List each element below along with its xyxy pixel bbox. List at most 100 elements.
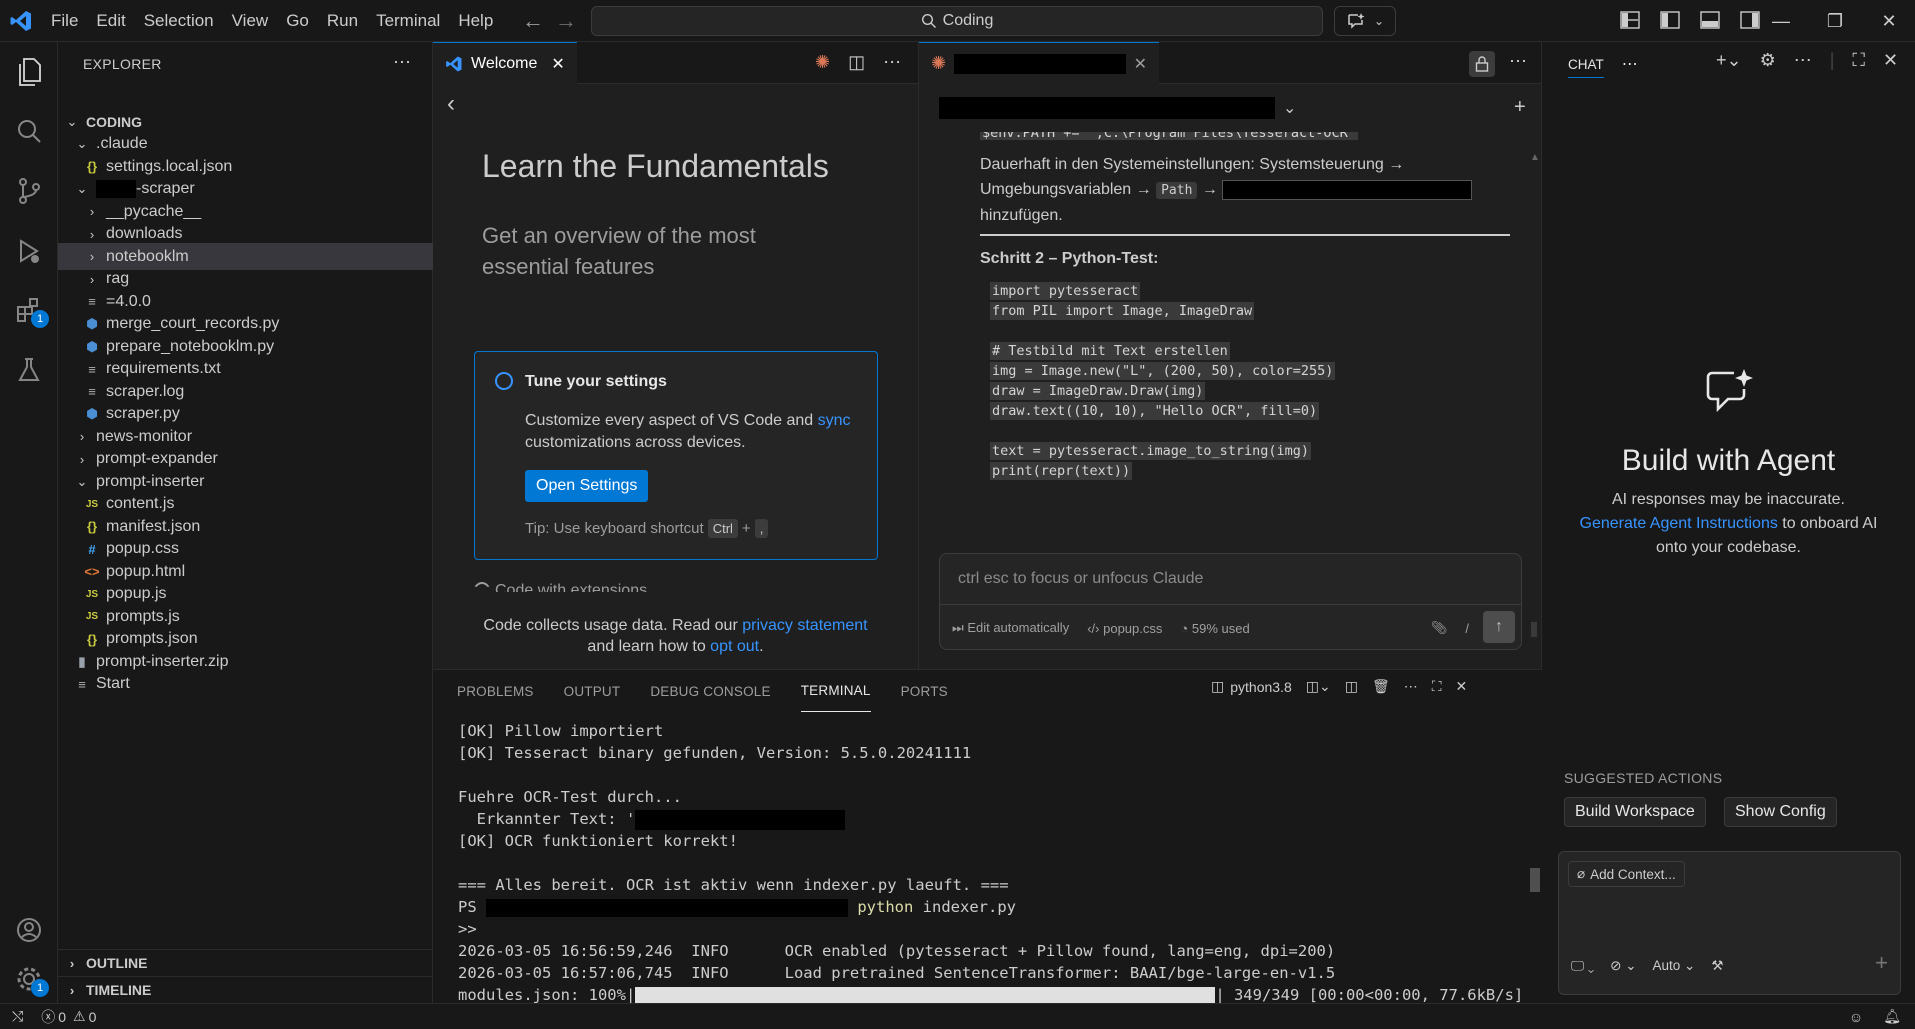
add-context-button[interactable]: ⌀ Add Context... — [1568, 861, 1685, 887]
sync-link[interactable]: sync — [818, 412, 851, 429]
maximize-panel-icon[interactable]: ⛶ — [1432, 678, 1442, 695]
tree-file[interactable]: ≡ Start — [58, 671, 433, 698]
footer-text: Code collects usage data. Read our — [483, 617, 743, 634]
more-actions-icon[interactable]: ⋯ — [1794, 50, 1812, 71]
more-actions-icon[interactable]: ⋯ — [1404, 678, 1418, 695]
menu-selection[interactable]: Selection — [135, 11, 223, 31]
more-actions-icon[interactable]: ⋯ — [393, 52, 411, 73]
chat-title[interactable]: CHAT — [1568, 57, 1604, 78]
more-actions-icon[interactable]: ⋯ — [883, 52, 901, 73]
edit-mode-toggle[interactable]: ⏭ Edit automatically — [952, 620, 1069, 636]
tab-welcome-label: Welcome — [471, 54, 538, 72]
testing-icon[interactable] — [11, 352, 47, 388]
attach-paperclip-icon[interactable]: 📎︎ — [1431, 620, 1448, 636]
tab-output[interactable]: OUTPUT — [564, 670, 621, 712]
close-icon[interactable]: ✕ — [1883, 50, 1898, 71]
account-icon[interactable] — [11, 912, 47, 948]
close-tab-icon[interactable]: ✕ — [1134, 54, 1147, 74]
terminal-output[interactable]: [OK] Pillow importiert [OK] Tesseract bin… — [458, 720, 1528, 1006]
back-arrow-icon[interactable]: ← — [522, 8, 544, 34]
agent-mode-selector[interactable]: 🖵︎ ⌄ — [1571, 958, 1594, 974]
menu-go[interactable]: Go — [277, 11, 318, 31]
remote-icon[interactable]: ⤭ — [12, 1008, 23, 1025]
claude-sparkle-icon[interactable]: ✺ — [815, 52, 830, 73]
close-tab-icon[interactable]: ✕ — [551, 54, 564, 74]
opt-out-link[interactable]: opt out — [710, 638, 759, 655]
show-config-button[interactable]: Show Config — [1724, 797, 1837, 827]
scrollbar[interactable]: ▲ — [1530, 152, 1540, 637]
trash-icon[interactable]: 🗑︎ — [1372, 678, 1390, 695]
menu-terminal[interactable]: Terminal — [367, 11, 449, 31]
forward-arrow-icon[interactable]: → — [555, 8, 577, 34]
new-session-plus-icon[interactable]: + — [1514, 96, 1526, 119]
restore-icon[interactable]: ❐ — [1805, 0, 1865, 42]
inline-code-path: Path — [1156, 182, 1198, 199]
split-icon[interactable]: ◫ — [1345, 678, 1358, 695]
manage-gear-icon[interactable]: 1 — [11, 961, 49, 997]
new-chat-plus-icon[interactable]: +⌄ — [1716, 50, 1742, 71]
next-step-radio-icon[interactable] — [474, 582, 490, 587]
open-settings-button[interactable]: Open Settings — [525, 470, 649, 502]
close-window-icon[interactable]: ✕ — [1859, 0, 1915, 42]
back-chevron-icon[interactable]: ‹ — [447, 90, 455, 118]
menu-help[interactable]: Help — [449, 11, 502, 31]
timeline-section[interactable]: › TIMELINE — [58, 976, 433, 1003]
chat-input-box[interactable]: ⌀ Add Context... 🖵︎ ⌄ ⊘ ⌄ Auto ⌄ ⚒︎ + — [1558, 851, 1901, 995]
menu-file[interactable]: File — [42, 11, 87, 31]
toggle-panel-icon[interactable] — [1698, 8, 1722, 32]
tab-welcome[interactable]: Welcome ✕ — [433, 42, 577, 84]
lock-icon[interactable] — [1469, 51, 1495, 77]
tab-claude-session[interactable]: ✺ ✕ — [919, 42, 1159, 84]
send-arrow-icon[interactable]: ↑ — [1483, 611, 1515, 643]
close-panel-icon[interactable]: ✕ — [1456, 678, 1468, 695]
slash-command-icon[interactable]: / — [1465, 621, 1469, 636]
tab-debug-console[interactable]: DEBUG CONSOLE — [650, 670, 770, 712]
terminal-shell-selector[interactable]: ◫ python3.8 — [1211, 678, 1292, 695]
walkthrough-step-card[interactable]: Tune your settings Customize every aspec… — [474, 351, 878, 560]
split-terminal-icon[interactable]: ◫⌄ — [1306, 678, 1331, 695]
copilot-button[interactable]: ⌄ — [1334, 6, 1396, 36]
split-editor-icon[interactable]: ◫ — [848, 52, 865, 73]
more-actions-icon[interactable]: ⋯ — [1509, 51, 1527, 72]
copilot-status-icon[interactable]: ☺︎ — [1849, 1009, 1863, 1025]
command-center-search[interactable]: Coding — [591, 6, 1323, 36]
context-file-chip[interactable]: ‹/› popup.css — [1087, 621, 1162, 636]
extensions-icon[interactable]: 1 — [11, 292, 49, 328]
code-line: print(repr(text)) — [990, 462, 1133, 480]
generate-instructions-link[interactable]: Generate Agent Instructions — [1580, 515, 1778, 532]
search-icon[interactable] — [11, 113, 47, 149]
customize-layout-icon[interactable] — [1618, 8, 1642, 32]
menu-run[interactable]: Run — [318, 11, 367, 31]
claude-prompt-input[interactable]: ctrl esc to focus or unfocus Claude ⏭ Ed… — [939, 553, 1522, 650]
menu-edit[interactable]: Edit — [87, 11, 134, 31]
model-selector[interactable]: Auto ⌄ — [1653, 958, 1696, 974]
gear-icon[interactable]: ⚙︎ — [1760, 50, 1776, 71]
build-workspace-button[interactable]: Build Workspace — [1564, 797, 1706, 827]
configure-tools-icon[interactable]: ⚒︎ — [1711, 958, 1723, 974]
menu-view[interactable]: View — [223, 11, 278, 31]
run-debug-icon[interactable] — [11, 233, 47, 269]
tab-terminal[interactable]: TERMINAL — [800, 670, 871, 712]
tools-selector[interactable]: ⊘ ⌄ — [1610, 958, 1636, 974]
maximize-icon[interactable]: ⛶ — [1852, 50, 1865, 71]
step-radio-icon[interactable] — [495, 372, 513, 390]
tree-item-label: popup.js — [106, 585, 167, 602]
session-selector[interactable]: ⌄ — [939, 97, 1296, 119]
tree-item-label: scraper.log — [106, 382, 185, 400]
problems-status[interactable]: ⓧ 0 ⚠︎ 0 — [41, 1007, 96, 1027]
toggle-sidebar-icon[interactable] — [1658, 8, 1682, 32]
minimize-icon[interactable]: — — [1751, 0, 1811, 42]
tab-ports[interactable]: PORTS — [901, 670, 948, 712]
send-plus-icon[interactable]: + — [1875, 950, 1888, 976]
explorer-icon[interactable] — [11, 54, 47, 90]
privacy-statement-link[interactable]: privacy statement — [742, 617, 867, 634]
next-step-title[interactable]: Code with extensions — [495, 582, 647, 592]
outline-section[interactable]: › OUTLINE — [58, 949, 433, 976]
tree-item-label: Start — [96, 675, 130, 692]
terminal-scrollbar[interactable] — [1530, 716, 1540, 996]
usage-label: 59% used — [1191, 620, 1250, 636]
more-actions-icon[interactable]: ⋯ — [1622, 54, 1638, 74]
tab-problems[interactable]: PROBLEMS — [457, 670, 534, 712]
notifications-bell-icon[interactable]: 🔔︎ — [1883, 1008, 1901, 1025]
source-control-icon[interactable] — [11, 173, 47, 209]
